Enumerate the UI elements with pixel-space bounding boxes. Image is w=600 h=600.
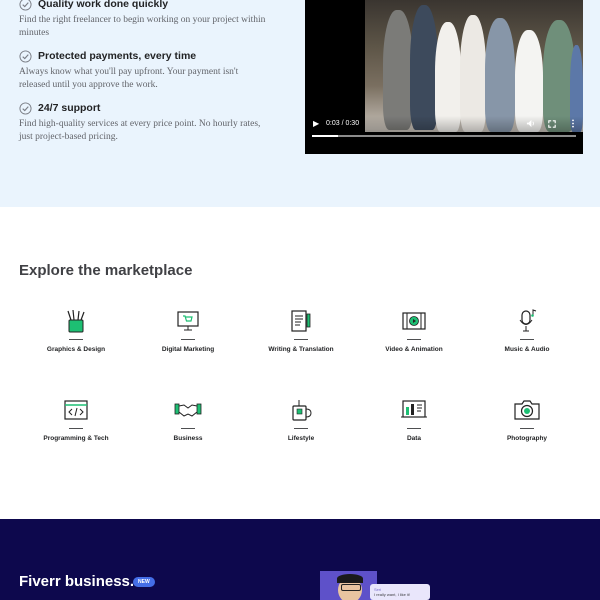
category-label: Music & Audio [504,346,550,353]
music-audio-icon [519,309,537,332]
feature-text: Find the right freelancer to begin worki… [19,15,266,38]
feature-title: Protected payments, every time [38,50,197,62]
category-label: Graphics & Design [46,346,106,353]
category-graphics-design[interactable]: Graphics & Design [21,308,131,353]
volume-icon[interactable] [526,119,535,128]
video-animation-icon [402,312,426,330]
family-photo [365,0,583,132]
feature-payments: Protected payments, every time Always kn… [19,48,269,91]
category-video-animation[interactable]: Video & Animation [359,308,469,353]
category-photography[interactable]: Photography [472,397,582,442]
data-icon [401,400,427,418]
video-progress-bar[interactable] [312,135,576,137]
business-person-image [320,571,377,600]
play-icon[interactable]: ▶ [313,119,319,128]
testimonial-text: I really want, I like it! [374,592,411,597]
feature-title: Quality work done quickly [38,0,169,10]
business-title: Fiverr business. [19,573,135,590]
video-progress-fill [312,135,339,137]
feature-text: Find high-quality services at every pric… [19,119,261,142]
feature-quality: Quality work done quickly Find the right… [19,0,269,39]
category-label: Lifestyle [287,435,315,442]
new-badge: NEW [133,577,155,587]
feature-text: Always know what you'll pay upfront. You… [19,67,239,90]
category-data[interactable]: Data [359,397,469,442]
feature-support: 24/7 support Find high-quality services … [19,100,269,143]
features-section: Quality work done quickly Find the right… [0,0,600,207]
check-circle-icon [19,101,32,115]
category-programming-tech[interactable]: Programming & Tech [21,397,131,442]
more-options-icon[interactable] [571,119,575,128]
fullscreen-icon[interactable] [548,120,556,128]
category-label: Programming & Tech [43,435,109,442]
graphics-design-icon [67,309,85,333]
check-circle-icon [19,49,32,63]
feature-title: 24/7 support [38,102,101,114]
business-icon [174,403,202,417]
business-banner: Fiverr business. NEW Seri I really want,… [0,519,600,600]
programming-tech-icon [64,400,88,420]
writing-translation-icon [291,310,311,332]
category-music-audio[interactable]: Music & Audio [472,308,582,353]
video-time: 0:03 / 0:30 [326,120,360,127]
photography-icon [514,400,540,420]
category-business[interactable]: Business [133,397,243,442]
lifestyle-icon [292,400,312,421]
category-label: Writing & Translation [268,346,334,353]
check-circle-icon [19,0,32,11]
category-label: Photography [506,435,548,442]
video-player[interactable]: ▶ 0:03 / 0:30 [305,0,583,154]
digital-marketing-icon [177,311,199,331]
category-label: Business [173,435,203,442]
category-writing-translation[interactable]: Writing & Translation [246,308,356,353]
category-digital-marketing[interactable]: Digital Marketing [133,308,243,353]
section-title: Explore the marketplace [19,262,193,279]
category-lifestyle[interactable]: Lifestyle [246,397,356,442]
category-label: Digital Marketing [161,346,215,353]
testimonial-card: Seri I really want, I like it! [370,584,430,600]
category-label: Video & Animation [385,346,443,353]
category-label: Data [406,435,422,442]
